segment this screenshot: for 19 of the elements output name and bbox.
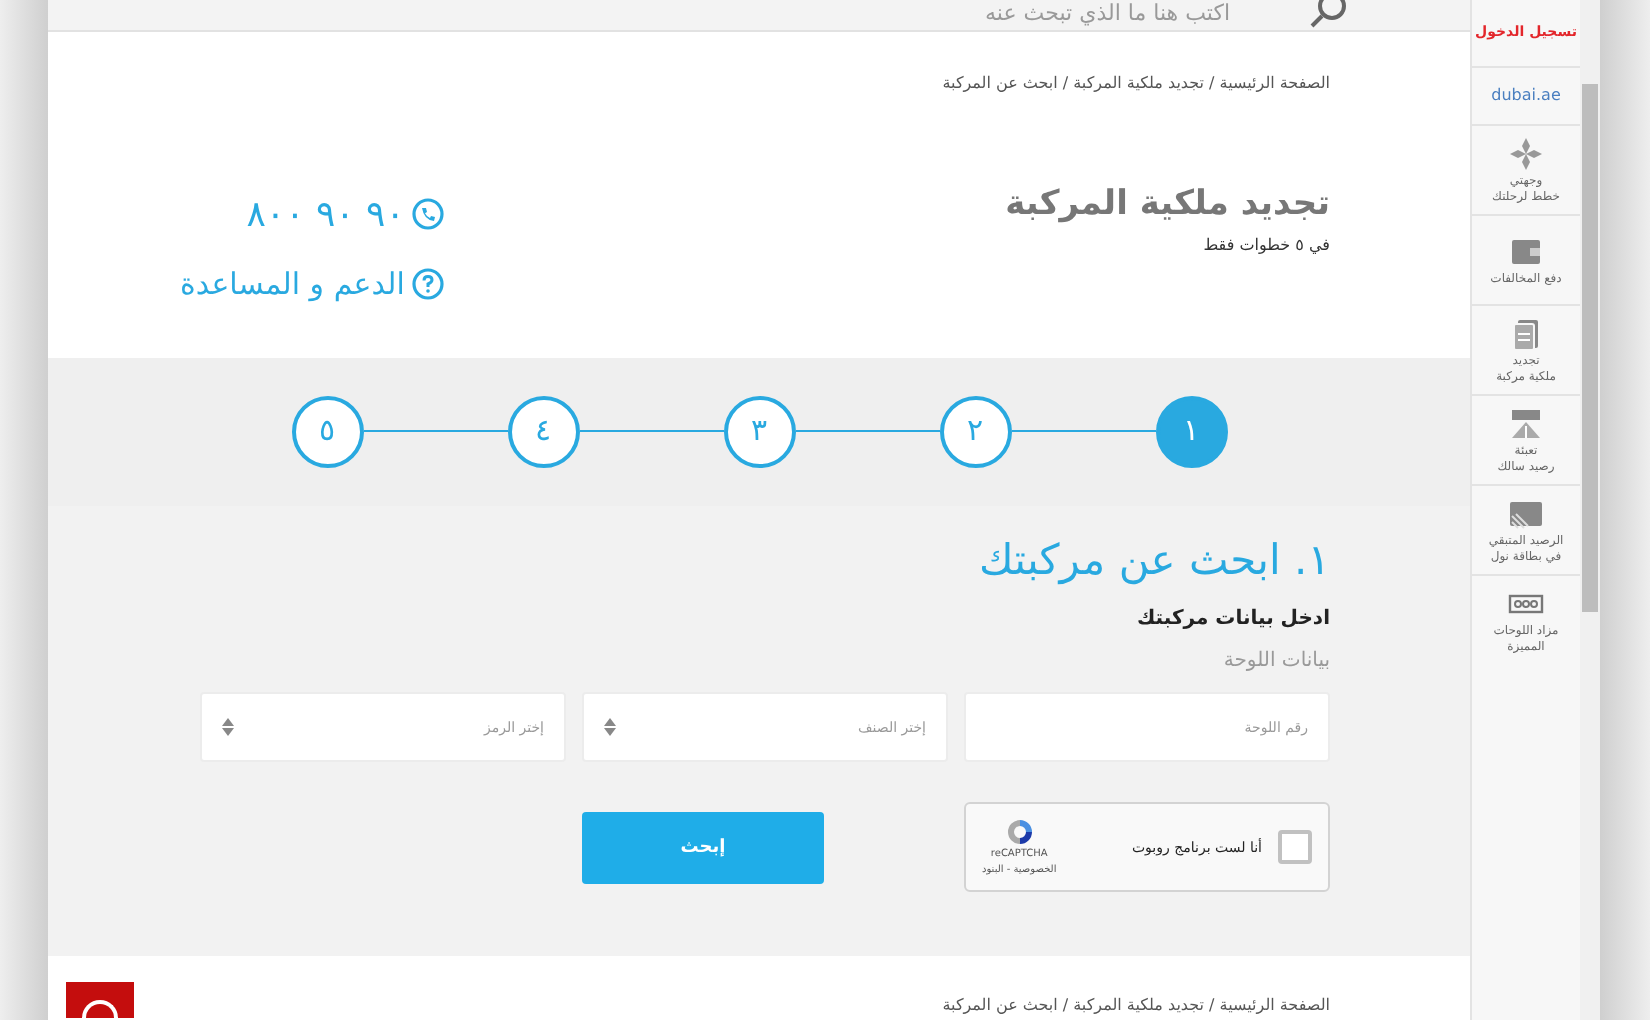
- phone-number[interactable]: ٨٠٠ ٩٠ ٩٠: [246, 187, 405, 242]
- help-icon: [412, 268, 445, 301]
- page-subtitle: في ٥ خطوات فقط: [1201, 234, 1330, 259]
- section-label: بيانات اللوحة: [1221, 648, 1330, 677]
- form-heading: ١. ابحث عن مركبتك: [976, 533, 1330, 589]
- search-icon[interactable]: [1310, 0, 1350, 29]
- captcha-checkbox[interactable]: [1278, 830, 1312, 865]
- breadcrumb[interactable]: الصفحة الرئيسية / تجديد ملكية المركبة / ابحث عن المركبة: [942, 71, 1330, 96]
- support-link[interactable]: الدعم و المساعدة: [180, 261, 405, 307]
- compass-icon: [1508, 135, 1544, 171]
- page-title: تجديد ملكية المركبة: [1003, 181, 1330, 228]
- scrollbar-thumb[interactable]: [1582, 84, 1598, 612]
- form-intro: ادخل بيانات مركبتك: [1134, 606, 1330, 635]
- breadcrumb[interactable]: الصفحة الرئيسية / تجديد ملكية المركبة / ابحث عن المركبة: [942, 993, 1330, 1018]
- phone-icon: [412, 198, 445, 231]
- search-button[interactable]: إبحث: [582, 812, 824, 885]
- toll-icon: [1508, 405, 1544, 441]
- sort-arrows-icon: [604, 718, 616, 737]
- sort-arrows-icon: [222, 718, 234, 737]
